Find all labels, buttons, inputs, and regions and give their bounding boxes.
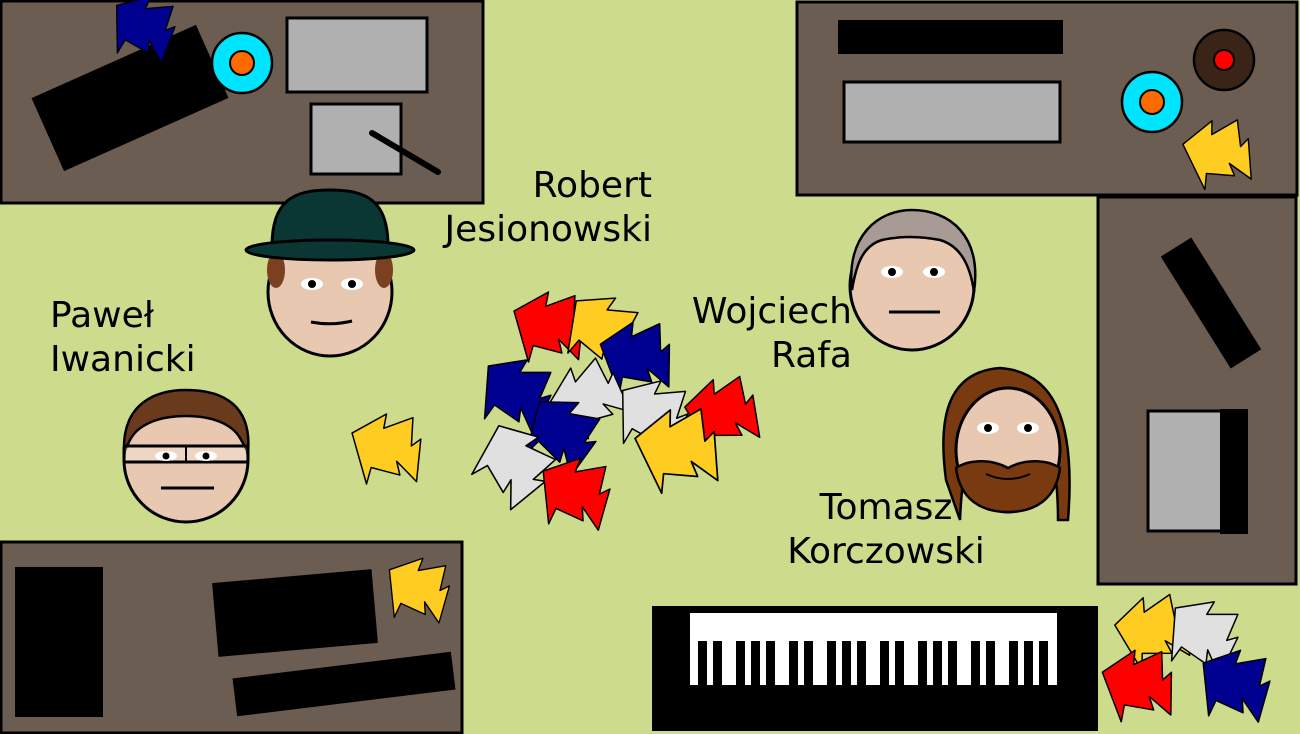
turntable xyxy=(1120,70,1184,134)
turntable xyxy=(210,31,274,95)
label-robert: Robert Jesionowski xyxy=(412,164,652,252)
first-name: Paweł xyxy=(50,295,154,336)
last-name: Jesionowski xyxy=(444,209,652,250)
laptop xyxy=(212,569,378,657)
studio-scene: Robert Jesionowski Paweł Iwanicki Wojcie… xyxy=(0,0,1300,734)
first-name: Wojciech xyxy=(691,291,852,332)
speaker xyxy=(1220,409,1248,534)
first-name: Tomasz xyxy=(819,487,953,528)
last-name: Rafa xyxy=(770,335,852,376)
monitor xyxy=(1146,409,1224,533)
label-pawel: Paweł Iwanicki xyxy=(50,294,196,382)
mixer xyxy=(838,20,1063,54)
last-name: Korczowski xyxy=(787,531,985,572)
speaker xyxy=(15,567,103,717)
desk-bottom-left xyxy=(0,540,464,734)
leaf-pile-corner xyxy=(1098,586,1274,727)
piano-keyboard xyxy=(652,606,1098,731)
face-wojciech xyxy=(848,208,977,352)
desk-top-left xyxy=(0,0,485,205)
monitor xyxy=(285,16,429,94)
last-name: Iwanicki xyxy=(50,339,196,380)
label-tomasz: Tomasz Korczowski xyxy=(770,486,1002,574)
first-name: Robert xyxy=(532,165,652,206)
desk-right xyxy=(1096,195,1298,586)
leaf-single xyxy=(349,410,426,488)
desk-top-right xyxy=(795,0,1299,197)
face-pawel xyxy=(122,388,250,524)
hat-icon xyxy=(270,188,390,248)
label-wojciech: Wojciech Rafa xyxy=(660,290,852,378)
face-robert xyxy=(244,188,416,358)
monitor xyxy=(842,80,1062,144)
record xyxy=(1192,28,1256,92)
